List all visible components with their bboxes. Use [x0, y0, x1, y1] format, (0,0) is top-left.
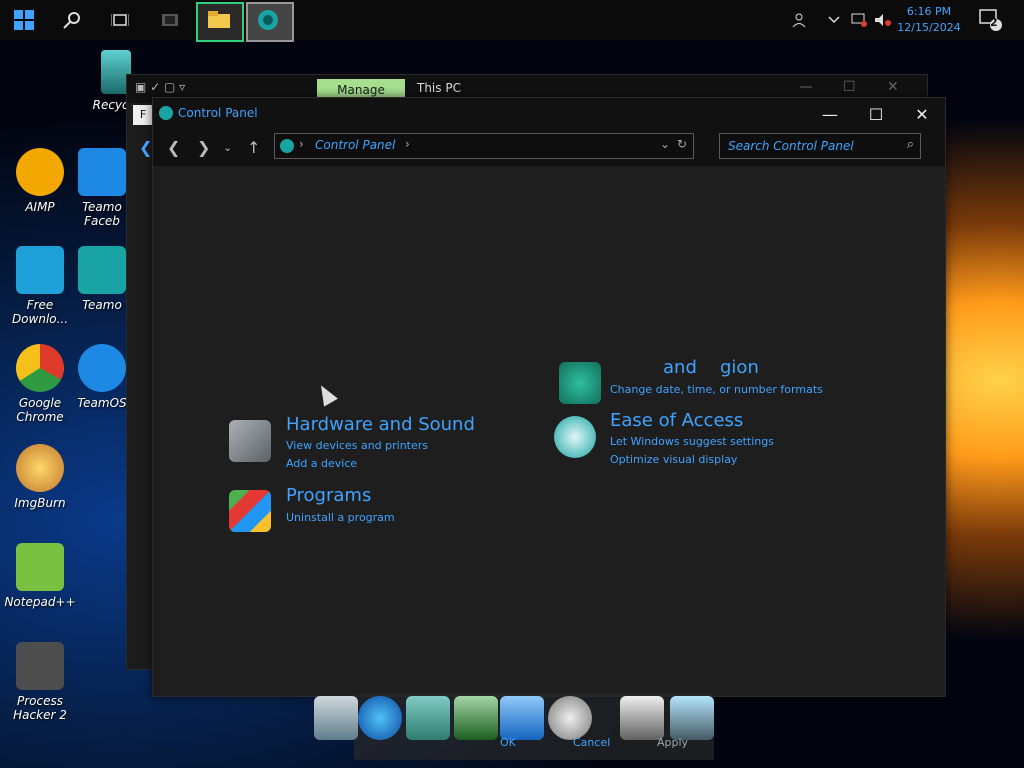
quick-access-icons[interactable]: ▣ ✓ ▢ ▿: [135, 80, 185, 94]
breadcrumb-control-panel[interactable]: Control Panel: [315, 138, 395, 152]
search-icon: ⌕: [906, 137, 914, 152]
drive-icon[interactable]: [620, 696, 664, 740]
titlebar: Control Panel — ☐ ✕: [153, 98, 945, 130]
desktop-icon-label: Teamo Faceb: [82, 200, 122, 228]
minimize-icon[interactable]: —: [799, 79, 813, 95]
up-button[interactable]: ↑: [247, 138, 260, 157]
task-view-icon[interactable]: [98, 0, 142, 40]
desktop-icon-google-chrome[interactable]: Google Chrome: [0, 344, 80, 424]
chevron-down-icon[interactable]: ⌄: [660, 137, 670, 151]
back-button[interactable]: ❮: [167, 138, 180, 157]
window-title: Control Panel: [178, 106, 258, 120]
pictures-icon[interactable]: [500, 696, 544, 740]
category-clock-region[interactable]: and: [663, 357, 697, 378]
desktop-icon-aimp[interactable]: AIMP: [0, 148, 80, 214]
category-clock-region-suffix[interactable]: gion: [720, 357, 759, 378]
ok-button[interactable]: OK: [500, 736, 516, 749]
network-icon[interactable]: [358, 696, 402, 740]
clock-date: 12/15/2024: [897, 21, 961, 34]
documents-icon[interactable]: [406, 696, 450, 740]
forward-button[interactable]: ❯: [197, 138, 210, 157]
network-icon[interactable]: [848, 0, 870, 40]
computer-icon[interactable]: [314, 696, 358, 740]
chevron-up-icon[interactable]: [824, 0, 844, 40]
desktop-icon-label: Google Chrome: [16, 396, 64, 424]
link-uninstall-program[interactable]: Uninstall a program: [286, 511, 395, 524]
clock-time: 6:16 PM: [906, 5, 952, 18]
gear-icon: [78, 148, 126, 196]
sidebar-toggle-icon[interactable]: ❮: [139, 138, 152, 157]
aimp-icon: [16, 148, 64, 196]
apply-button[interactable]: Apply: [657, 736, 688, 749]
link-optimize-visual-display[interactable]: Optimize visual display: [610, 453, 737, 466]
desktop-icon-free-download[interactable]: Free Downlo...: [0, 246, 80, 326]
file-tab[interactable]: F: [133, 105, 153, 125]
chevron-right-icon: ›: [299, 137, 304, 151]
notification-icon[interactable]: 2: [976, 0, 1006, 40]
link-change-date-formats[interactable]: Change date, time, or number formats: [610, 383, 823, 396]
desktop-icon-notepad-plus[interactable]: Notepad++: [0, 543, 80, 609]
internet-explorer-icon: [78, 344, 126, 392]
address-bar[interactable]: › Control Panel › ⌄ ↻: [274, 133, 694, 159]
hardware-sound-icon[interactable]: [229, 420, 271, 462]
recent-locations-icon[interactable]: ⌄: [223, 141, 232, 154]
taskbar: 6:16 PM 12/15/2024 2: [0, 0, 1024, 42]
teamos-icon: [78, 246, 126, 294]
category-ease-of-access[interactable]: Ease of Access: [610, 410, 743, 431]
desktop-icon-teamo[interactable]: Teamo: [72, 246, 132, 312]
link-add-device[interactable]: Add a device: [286, 457, 357, 470]
desktop-icon-process-hacker[interactable]: Process Hacker 2: [0, 642, 80, 722]
control-panel-icon: [280, 139, 294, 153]
maximize-button[interactable]: ☐: [853, 102, 899, 126]
ease-of-access-icon[interactable]: [554, 416, 596, 458]
link-windows-suggest-settings[interactable]: Let Windows suggest settings: [610, 435, 774, 448]
close-button[interactable]: ✕: [899, 102, 945, 126]
desktop-icon-label: Notepad++: [4, 595, 76, 609]
app-icon[interactable]: [148, 0, 192, 40]
volume-icon[interactable]: [872, 0, 894, 40]
programs-icon[interactable]: [229, 490, 271, 532]
clock-region-icon[interactable]: [559, 362, 601, 404]
search-input[interactable]: Search Control Panel ⌕: [719, 133, 921, 159]
notification-badge: 2: [990, 16, 998, 29]
maximize-icon[interactable]: ☐: [843, 79, 856, 95]
search-icon[interactable]: [50, 0, 94, 40]
clock[interactable]: 6:16 PM 12/15/2024: [894, 4, 964, 36]
imgburn-icon: [16, 444, 64, 492]
search-placeholder: Search Control Panel: [728, 139, 854, 153]
category-hardware-sound[interactable]: Hardware and Sound: [286, 414, 475, 435]
refresh-icon[interactable]: ↻: [677, 137, 687, 151]
people-icon[interactable]: [784, 0, 814, 40]
desktop-icon-label: Process Hacker 2: [13, 694, 67, 722]
cancel-button[interactable]: Cancel: [573, 736, 610, 749]
file-explorer-icon[interactable]: [196, 2, 244, 42]
process-hacker-icon: [16, 642, 64, 690]
desktop-icon-label: AIMP: [25, 200, 55, 214]
music-icon[interactable]: [454, 696, 498, 740]
settings-gear-icon[interactable]: [548, 696, 592, 740]
this-pc-title: This PC: [417, 81, 461, 95]
notepad-icon: [16, 543, 64, 591]
desktop-icon-label: Teamo: [82, 298, 122, 312]
control-panel-icon[interactable]: [246, 2, 294, 42]
category-programs[interactable]: Programs: [286, 485, 371, 506]
download-icon: [16, 246, 64, 294]
trash-icon[interactable]: [670, 696, 714, 740]
minimize-button[interactable]: —: [807, 102, 853, 126]
control-panel-icon: [159, 106, 173, 120]
close-icon[interactable]: ✕: [887, 79, 899, 95]
control-panel-window[interactable]: Control Panel — ☐ ✕ ❮ ❮ ❯ ⌄ ↑ › Control …: [139, 97, 946, 697]
chevron-right-icon[interactable]: ›: [405, 137, 410, 151]
desktop-icon-imgburn[interactable]: ImgBurn: [0, 444, 80, 510]
chrome-icon: [16, 344, 64, 392]
link-view-devices[interactable]: View devices and printers: [286, 439, 428, 452]
toolbar: ❮ ❮ ❯ ⌄ ↑ › Control Panel › ⌄ ↻ Search C…: [139, 130, 945, 166]
desktop-icon-teamos[interactable]: TeamOS: [72, 344, 132, 410]
start-icon[interactable]: [2, 0, 46, 40]
desktop-icon-label: ImgBurn: [14, 496, 66, 510]
desktop-icon-label: Free Downlo...: [11, 298, 69, 326]
desktop-icon-label: TeamOS: [77, 396, 127, 410]
desktop-icon-teamo-faceb[interactable]: Teamo Faceb: [72, 148, 132, 228]
